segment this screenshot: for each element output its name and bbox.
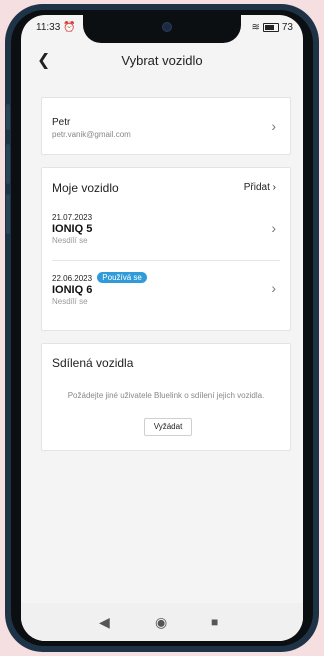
- add-vehicle-label: Přidat: [243, 182, 270, 193]
- volume-down-button: [6, 144, 10, 184]
- back-nav-icon[interactable]: ◀: [99, 614, 110, 631]
- top-bar: ❮ Vybrat vozidlo: [21, 47, 303, 77]
- shared-vehicles-info: Požádejte jiné uživatele Bluelink o sdíl…: [67, 391, 265, 400]
- clock-text: 11:33: [36, 22, 61, 33]
- vehicle-date: 22.06.2023: [52, 274, 93, 283]
- volume-up-button: [6, 104, 10, 130]
- in-use-badge: Používá se: [97, 272, 147, 283]
- vehicle-model: IONIQ 6: [52, 284, 93, 296]
- chevron-right-icon: ›: [271, 118, 276, 134]
- vehicle-item[interactable]: 21.07.2023 IONIQ 5 Nesdílí se ›: [42, 206, 290, 254]
- page-title: Vybrat vozidlo: [121, 53, 203, 68]
- account-email: petr.vanik@gmail.com: [52, 130, 131, 139]
- vehicle-share-status: Nesdílí se: [52, 236, 88, 245]
- android-nav-bar: ◀ ◉ ■: [21, 603, 303, 641]
- chevron-right-icon: ›: [271, 220, 276, 236]
- notch: [83, 15, 241, 43]
- add-vehicle-button[interactable]: Přidat ›: [244, 182, 276, 193]
- chevron-right-icon: ›: [271, 280, 276, 296]
- my-vehicles-card: Moje vozidlo Přidat › 21.07.2023 IONIQ 5…: [41, 167, 291, 331]
- battery-icon: [262, 23, 279, 32]
- vehicle-date: 21.07.2023: [52, 213, 93, 222]
- shared-vehicles-title: Sdílená vozidla: [52, 356, 134, 370]
- power-button: [6, 194, 10, 234]
- chevron-right-icon: ›: [272, 182, 276, 193]
- shared-vehicles-card: Sdílená vozidla Požádejte jiné uživatele…: [41, 343, 291, 451]
- app-screen: 11:33 ⏰ ≋ 73 ❮ Vybrat vozidlo Petr petr.…: [21, 15, 303, 641]
- status-time: 11:33 ⏰: [36, 22, 76, 33]
- divider: [52, 260, 280, 261]
- vehicle-model: IONIQ 5: [52, 223, 93, 235]
- vehicle-item[interactable]: 22.06.2023 Používá se IONIQ 6 Nesdílí se…: [42, 266, 290, 314]
- account-name: Petr: [52, 117, 71, 128]
- vehicle-date-row: 22.06.2023 Používá se: [52, 272, 147, 283]
- front-camera: [163, 23, 171, 31]
- status-icons: ≋ 73: [251, 22, 293, 33]
- battery-level: 73: [281, 22, 293, 33]
- account-card[interactable]: Petr petr.vanik@gmail.com ›: [41, 97, 291, 155]
- home-nav-icon[interactable]: ◉: [155, 614, 167, 631]
- request-button[interactable]: Vyžádat: [144, 418, 192, 436]
- alarm-icon: ⏰: [63, 22, 76, 33]
- my-vehicles-title: Moje vozidlo: [52, 181, 119, 195]
- recents-nav-icon[interactable]: ■: [211, 615, 218, 629]
- wifi-icon: ≋: [251, 22, 260, 33]
- vehicle-share-status: Nesdílí se: [52, 297, 88, 306]
